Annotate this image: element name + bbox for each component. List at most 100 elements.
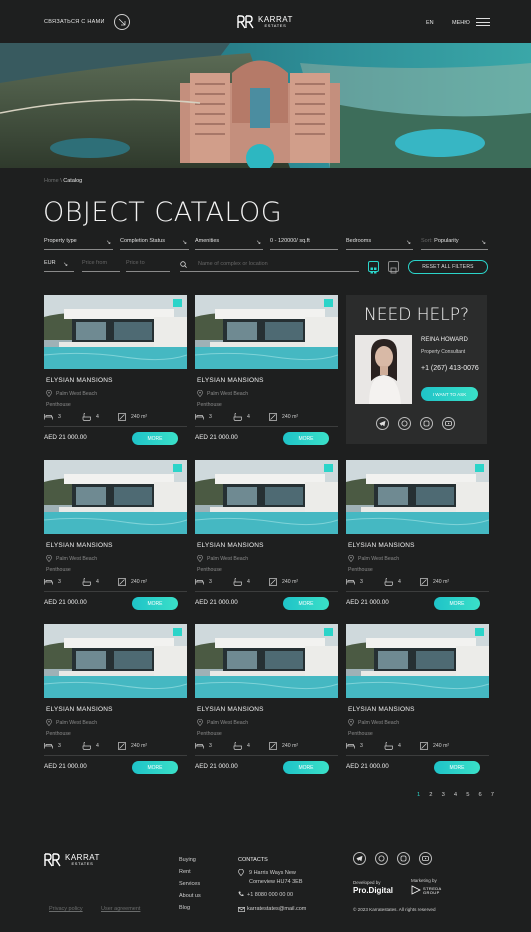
listing-card[interactable]: ELYSIAN MANSIONS Palm West Beach Penthou… [44, 295, 187, 455]
more-button[interactable]: MORE [434, 761, 480, 774]
contact-arrow-button[interactable] [114, 14, 130, 30]
baths-value: 4 [398, 743, 401, 749]
baths-spec: 4 [233, 413, 250, 421]
footer-nav-link[interactable]: Services [179, 881, 200, 887]
grid-view-icon[interactable] [368, 261, 379, 274]
baths-spec: 4 [82, 578, 99, 586]
filter-label: Property type [44, 238, 77, 244]
marketer-logo-icon [411, 885, 421, 895]
whatsapp-icon[interactable] [375, 852, 388, 865]
footer-logo[interactable]: KARRAT ESTATES [44, 853, 100, 867]
filter-label: Completion Status [120, 238, 165, 244]
filter-sort[interactable]: Sort: Popularity ↘ [421, 238, 488, 250]
developer-logo[interactable]: Pro.Digital [353, 886, 393, 895]
youtube-icon[interactable] [442, 417, 455, 430]
youtube-icon[interactable] [419, 852, 432, 865]
more-button[interactable]: MORE [434, 597, 480, 610]
filter-property-type[interactable]: Property type ↘ [44, 238, 113, 250]
price-to-input[interactable]: Price to [126, 260, 170, 272]
header-logo[interactable]: KARRAT ESTATES [237, 15, 293, 29]
listing-photo[interactable] [346, 624, 489, 698]
listing-name[interactable]: ELYSIAN MANSIONS [197, 377, 264, 384]
language-switch[interactable]: EN [426, 20, 434, 26]
bedrooms-value: 3 [58, 578, 61, 585]
footer-nav-link[interactable]: Buying [179, 857, 196, 863]
ask-button[interactable]: I WANT TO ASK [421, 387, 478, 401]
more-button[interactable]: MORE [283, 597, 329, 610]
marketer-logo[interactable]: STREDA GROUP [423, 887, 455, 895]
area-spec: 240 m² [269, 742, 298, 750]
listing-name[interactable]: ELYSIAN MANSIONS [46, 542, 113, 549]
more-button[interactable]: MORE [132, 432, 178, 445]
filter-amenities[interactable]: Amenities ↘ [195, 238, 263, 250]
more-button[interactable]: MORE [283, 432, 329, 445]
listing-name[interactable]: ELYSIAN MANSIONS [46, 377, 113, 384]
breadcrumb-home[interactable]: Home [44, 178, 59, 184]
page-link[interactable]: 2 [429, 792, 432, 798]
telegram-icon[interactable] [353, 852, 366, 865]
filter-completion-status[interactable]: Completion Status ↘ [120, 238, 189, 250]
bedrooms-spec: 3 [195, 742, 212, 749]
listing-photo[interactable] [195, 295, 338, 369]
consultant-phone[interactable]: +1 (267) 413-0076 [421, 365, 479, 372]
listing-card[interactable]: ELYSIAN MANSIONS Palm West Beach Penthou… [44, 624, 187, 784]
page-link[interactable]: 3 [442, 792, 445, 798]
listing-photo[interactable] [44, 460, 187, 534]
whatsapp-icon[interactable] [398, 417, 411, 430]
footer-nav-link[interactable]: Blog [179, 905, 190, 911]
footer-phone[interactable]: +1 8080 000 00 00 [247, 892, 293, 898]
footer-nav-link[interactable]: About us [179, 893, 201, 899]
reset-filters-button[interactable]: RESET ALL FILTERS [408, 260, 488, 274]
bedrooms-spec: 3 [44, 742, 61, 749]
listing-location: Palm West Beach [348, 555, 399, 562]
more-button[interactable]: MORE [283, 761, 329, 774]
price-from-input[interactable]: Price from [82, 260, 120, 272]
listing-photo[interactable] [195, 460, 338, 534]
listing-card[interactable]: ELYSIAN MANSIONS Palm West Beach Penthou… [195, 460, 338, 620]
more-button[interactable]: MORE [132, 597, 178, 610]
listing-name[interactable]: ELYSIAN MANSIONS [348, 542, 415, 549]
listing-name[interactable]: ELYSIAN MANSIONS [197, 542, 264, 549]
bedrooms-spec: 3 [44, 413, 61, 420]
listing-name[interactable]: ELYSIAN MANSIONS [46, 706, 113, 713]
footer-email[interactable]: karratestates@mail.com [247, 906, 306, 912]
listing-price: AED 21 000.00 [346, 599, 389, 606]
listing-card[interactable]: ELYSIAN MANSIONS Palm West Beach Penthou… [195, 295, 338, 455]
filter-label: 0 - 120000/ sq.ft [270, 238, 310, 244]
telegram-icon[interactable] [376, 417, 389, 430]
listing-photo[interactable] [44, 295, 187, 369]
privacy-policy-link[interactable]: Privacy policy [49, 906, 83, 912]
more-button[interactable]: MORE [132, 761, 178, 774]
list-view-icon[interactable] [388, 261, 399, 274]
menu-label[interactable]: МЕНЮ [452, 20, 470, 26]
page-link[interactable]: 1 [417, 792, 420, 798]
viber-icon[interactable] [420, 417, 433, 430]
area-value: 240 m² [131, 579, 148, 585]
contact-link[interactable]: СВЯЗАТЬСЯ С НАМИ [44, 19, 105, 25]
listing-name[interactable]: ELYSIAN MANSIONS [348, 706, 415, 713]
currency-select[interactable]: EUR ↘ [44, 260, 74, 272]
footer-nav-link[interactable]: Rent [179, 869, 191, 875]
listing-photo[interactable] [346, 460, 489, 534]
listing-card[interactable]: ELYSIAN MANSIONS Palm West Beach Penthou… [346, 460, 489, 620]
filter-bedrooms[interactable]: Bedrooms ↘ [346, 238, 413, 250]
baths-value: 4 [96, 414, 99, 420]
listing-location: Palm West Beach [197, 555, 248, 562]
page-link[interactable]: 6 [479, 792, 482, 798]
burger-icon[interactable] [476, 18, 490, 26]
listing-specs: 3 4 240 m² [44, 740, 187, 756]
listing-card[interactable]: ELYSIAN MANSIONS Palm West Beach Penthou… [195, 624, 338, 784]
listing-photo[interactable] [44, 624, 187, 698]
page-link[interactable]: 5 [466, 792, 469, 798]
listing-photo[interactable] [195, 624, 338, 698]
page-link[interactable]: 4 [454, 792, 457, 798]
listing-name[interactable]: ELYSIAN MANSIONS [197, 706, 264, 713]
listing-card[interactable]: ELYSIAN MANSIONS Palm West Beach Penthou… [44, 460, 187, 620]
user-agreement-link[interactable]: User agreement [101, 906, 140, 912]
search-input[interactable]: Name of complex or location [180, 260, 359, 272]
filter-price-range[interactable]: 0 - 120000/ sq.ft [270, 238, 338, 250]
viber-icon[interactable] [397, 852, 410, 865]
listing-specs: 3 4 240 m² [195, 740, 338, 756]
listing-card[interactable]: ELYSIAN MANSIONS Palm West Beach Penthou… [346, 624, 489, 784]
page-link[interactable]: 7 [491, 792, 494, 798]
